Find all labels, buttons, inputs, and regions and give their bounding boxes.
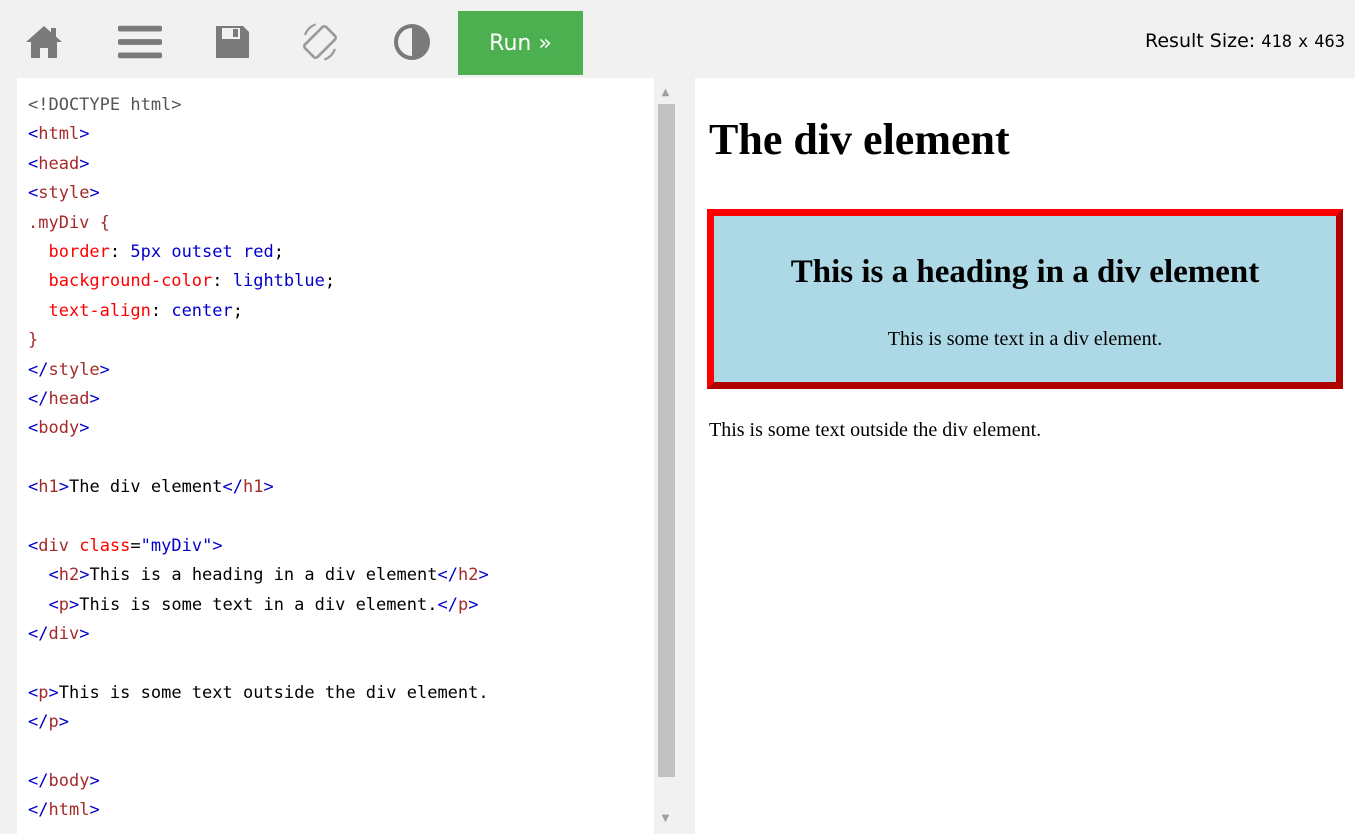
rotate-icon[interactable] bbox=[298, 20, 342, 64]
result-frame: The div element This is a heading in a d… bbox=[695, 78, 1355, 834]
code-line: </body> bbox=[28, 770, 100, 791]
code-line: text-align: center; bbox=[48, 300, 243, 321]
home-icon[interactable] bbox=[22, 20, 66, 64]
scroll-up-arrow-icon[interactable]: ▲ bbox=[654, 82, 677, 102]
code-text[interactable]: <!DOCTYPE html> <html> <head> <style> .myDiv… bbox=[28, 91, 489, 826]
save-icon[interactable] bbox=[210, 20, 254, 64]
code-line: <h1>The div element</h1> bbox=[28, 477, 274, 498]
result-size-readout: Result Size: 418 x 463 bbox=[1145, 30, 1345, 52]
result-x: x bbox=[1297, 32, 1309, 52]
result-div-heading: This is a heading in a div element bbox=[790, 254, 1260, 290]
result-height: 463 bbox=[1314, 32, 1345, 52]
code-line: <h2>This is a heading in a div element</… bbox=[48, 565, 489, 586]
code-line: </head> bbox=[28, 388, 100, 409]
code-line: </p> bbox=[28, 712, 69, 733]
result-size-label: Result Size: bbox=[1145, 30, 1256, 52]
code-line: <div class="myDiv"> bbox=[28, 535, 223, 556]
code-line: </div> bbox=[28, 624, 90, 645]
result-width: 418 bbox=[1261, 32, 1292, 52]
code-line: </html> bbox=[28, 800, 100, 821]
code-line: background-color: lightblue; bbox=[48, 271, 336, 292]
code-line: <head> bbox=[28, 153, 90, 174]
result-outside-paragraph: This is some text outside the div elemen… bbox=[709, 419, 1042, 441]
result-mydiv-box: This is a heading in a div element This … bbox=[707, 209, 1343, 389]
contrast-icon[interactable] bbox=[390, 20, 434, 64]
toolbar: Run » Result Size: 418 x 463 bbox=[0, 0, 1355, 76]
code-line: <p>This is some text in a div element.</… bbox=[48, 594, 479, 615]
run-button[interactable]: Run » bbox=[458, 11, 583, 75]
code-line: </style> bbox=[28, 359, 110, 380]
code-editor[interactable]: <!DOCTYPE html> <html> <head> <style> .myDiv… bbox=[17, 78, 677, 834]
editor-scrollbar-thumb[interactable] bbox=[658, 104, 675, 777]
scroll-down-arrow-icon[interactable]: ▼ bbox=[654, 808, 677, 828]
result-heading: The div element bbox=[709, 115, 1010, 164]
code-line: <p>This is some text outside the div ele… bbox=[28, 682, 489, 703]
menu-icon[interactable] bbox=[118, 20, 162, 64]
code-line: <!DOCTYPE html> bbox=[28, 95, 182, 115]
code-line: <html> bbox=[28, 124, 90, 145]
code-line: } bbox=[28, 330, 39, 351]
code-line: <body> bbox=[28, 418, 90, 439]
code-line: .myDiv { bbox=[28, 212, 110, 233]
code-line: border: 5px outset red; bbox=[48, 241, 284, 262]
code-line: <style> bbox=[28, 183, 100, 204]
result-div-paragraph: This is some text in a div element. bbox=[887, 328, 1163, 350]
